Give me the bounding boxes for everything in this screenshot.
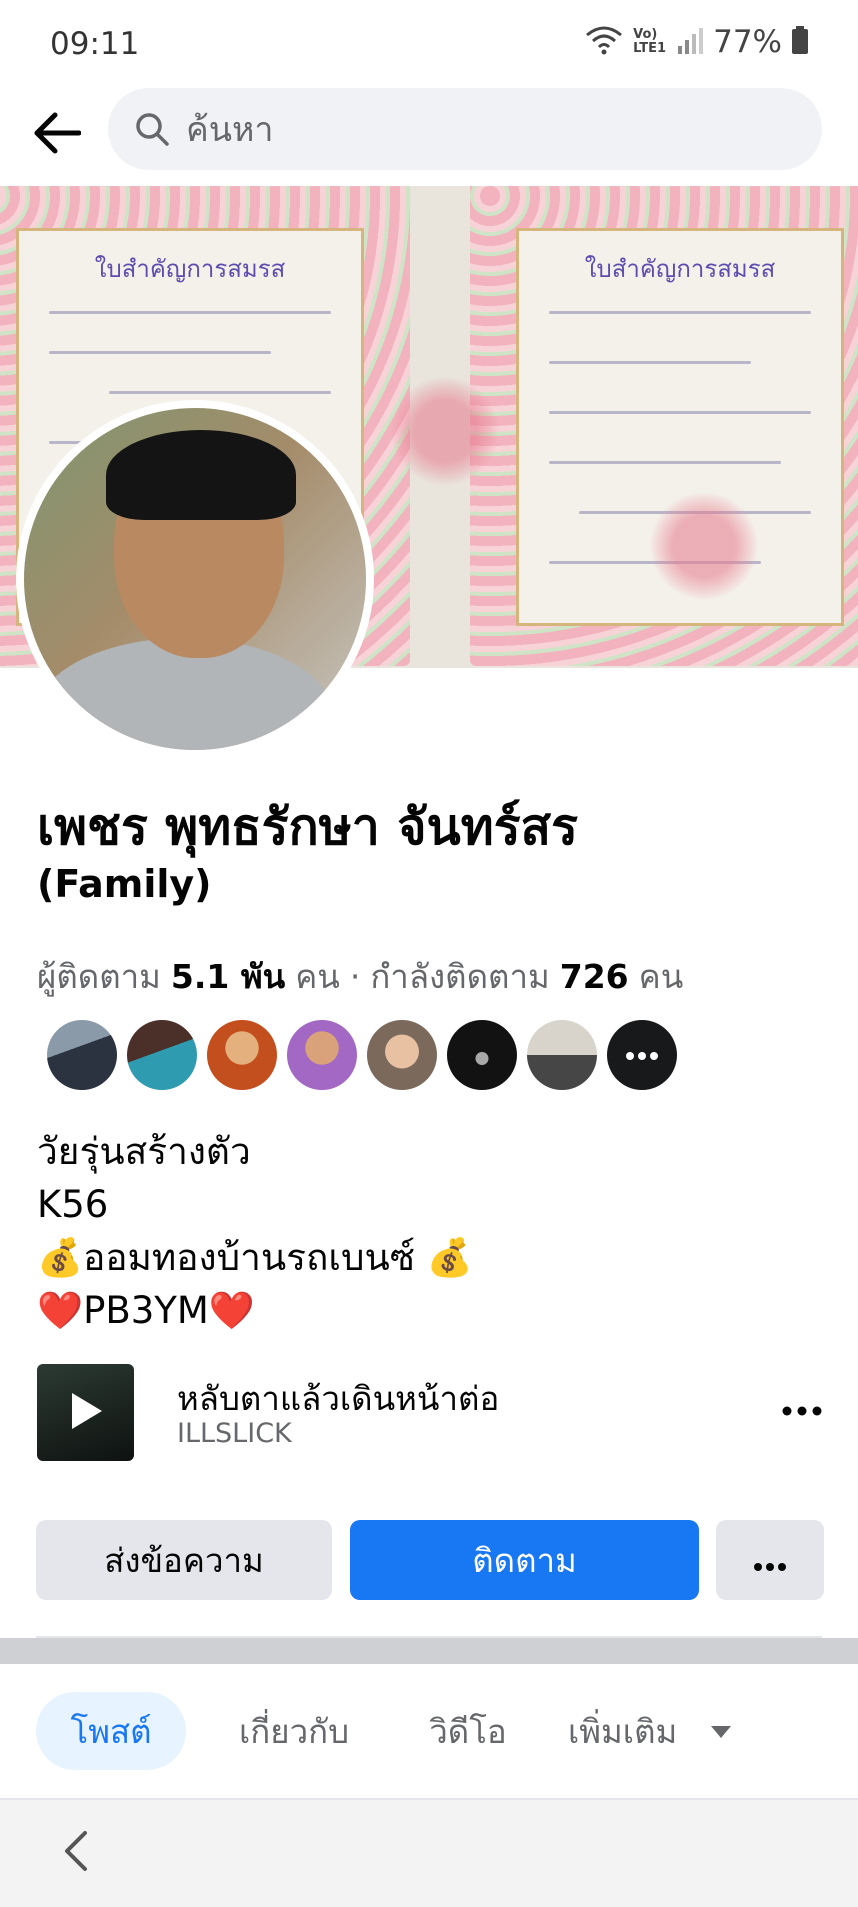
search-input[interactable]: ค้นหา	[108, 88, 822, 170]
wifi-icon	[585, 25, 623, 59]
follower-avatars	[47, 1020, 677, 1090]
battery-icon	[792, 26, 808, 58]
music-artist: ILLSLICK	[177, 1418, 292, 1449]
network-type-label: Vo) LTE1	[633, 27, 667, 56]
search-icon	[132, 109, 172, 149]
bio-line: K56	[37, 1183, 109, 1226]
more-dots-icon	[625, 1046, 659, 1065]
system-navigation-bar	[0, 1800, 858, 1907]
following-label: กำลังติดตาม	[370, 957, 550, 996]
profile-name: เพชร พุทธรักษา จันทร์สร	[37, 798, 578, 856]
arrow-left-icon	[33, 111, 82, 159]
search-placeholder: ค้นหา	[186, 110, 274, 150]
follower-avatar[interactable]	[367, 1020, 437, 1090]
followers-unit: คน	[295, 957, 340, 996]
tab-more-label: เพิ่มเติม	[568, 1711, 678, 1751]
profile-avatar[interactable]	[16, 400, 374, 758]
bio-line: 💰ออมทองบ้านรถเบนซ์ 💰	[37, 1236, 473, 1279]
certificate-image-right: ใบสำคัญการสมรส	[470, 186, 858, 666]
follower-avatar[interactable]	[287, 1020, 357, 1090]
search-row: ค้นหา	[0, 86, 858, 186]
follow-button[interactable]: ติดตาม	[350, 1520, 699, 1600]
follower-avatar[interactable]	[447, 1020, 517, 1090]
profile-music[interactable]: หลับตาแล้วเดินหน้าต่อ ILLSLICK	[37, 1364, 827, 1461]
follower-avatar[interactable]	[527, 1020, 597, 1090]
message-button[interactable]: ส่งข้อความ	[36, 1520, 332, 1600]
more-dots-icon	[782, 1401, 822, 1420]
more-followers-button[interactable]	[607, 1020, 677, 1090]
more-actions-button[interactable]	[716, 1520, 824, 1600]
status-icons: Vo) LTE1 77%	[585, 24, 808, 60]
section-divider	[0, 1638, 858, 1664]
follow-stats: ผู้ติดตาม 5.1 พัน คน · กำลังติดตาม 726 ค…	[37, 950, 683, 1003]
caret-down-icon	[710, 1724, 732, 1743]
tab-videos[interactable]: วิดีโอ	[412, 1692, 524, 1770]
follower-avatar[interactable]	[207, 1020, 277, 1090]
follower-avatar[interactable]	[47, 1020, 117, 1090]
profile-actions: ส่งข้อความ ติดตาม	[36, 1520, 824, 1600]
profile-subname: (Family)	[37, 862, 212, 906]
stats-separator: ·	[349, 957, 361, 996]
tab-posts[interactable]: โพสต์	[36, 1692, 186, 1770]
music-thumbnail[interactable]	[37, 1364, 134, 1461]
follower-avatar[interactable]	[127, 1020, 197, 1090]
play-icon	[66, 1389, 106, 1437]
profile-bio: วัยรุ่นสร้างตัว K56 💰ออมทองบ้านรถเบนซ์ 💰…	[37, 1125, 473, 1337]
followers-count[interactable]: 5.1 พัน	[171, 950, 285, 1003]
system-back-button[interactable]	[50, 1828, 100, 1878]
back-button[interactable]	[26, 104, 88, 166]
chevron-left-icon	[61, 1829, 89, 1877]
certificate-title: ใบสำคัญการสมรส	[584, 255, 776, 283]
bio-line: วัยรุ่นสร้างตัว	[37, 1130, 251, 1173]
status-time: 09:11	[50, 26, 140, 62]
signal-icon	[677, 26, 704, 58]
tab-about[interactable]: เกี่ยวกับ	[224, 1692, 364, 1770]
battery-percent: 77%	[713, 24, 782, 60]
music-more-button[interactable]	[777, 1390, 827, 1430]
following-count[interactable]: 726	[560, 957, 629, 996]
followers-label: ผู้ติดตาม	[37, 957, 161, 996]
status-bar: 09:11 Vo) LTE1 77%	[0, 0, 858, 86]
certificate-title: ใบสำคัญการสมรส	[94, 255, 286, 283]
bio-line: ❤️PB3YM❤️	[37, 1289, 255, 1332]
more-dots-icon	[753, 1541, 787, 1580]
following-unit: คน	[638, 957, 684, 996]
profile-tabs: โพสต์ เกี่ยวกับ วิดีโอ เพิ่มเติม	[0, 1664, 858, 1800]
